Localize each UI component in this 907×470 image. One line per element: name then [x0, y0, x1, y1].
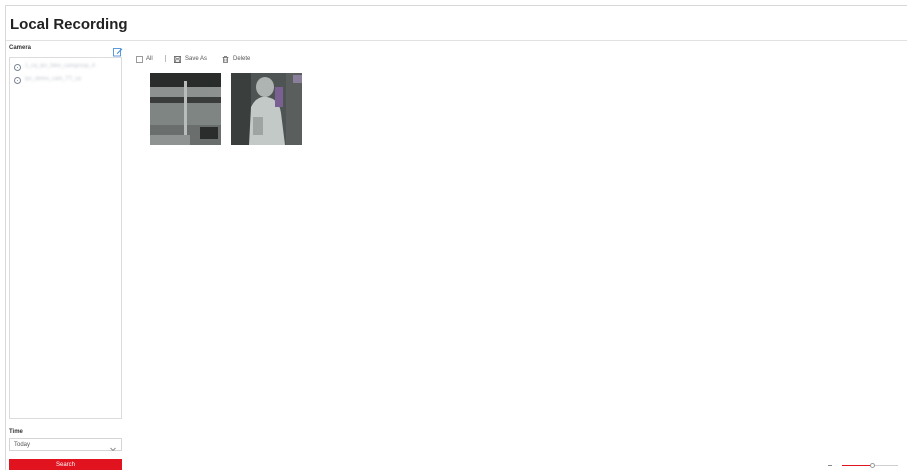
time-label: Time	[9, 429, 23, 435]
zoom-slider[interactable]	[828, 463, 898, 469]
search-button[interactable]: Search	[9, 459, 122, 470]
time-select[interactable]: Today	[9, 438, 122, 452]
local-recording-window: Local Recording Camera 1_cq_ipc_fake_cam…	[5, 5, 907, 470]
recordings-panel: All Save As Delete	[128, 43, 907, 470]
toolbar: All Save As Delete	[136, 54, 436, 65]
delete-label: Delete	[233, 56, 251, 62]
select-all-checkbox[interactable]	[136, 55, 143, 63]
zoom-out-icon[interactable]	[828, 465, 832, 467]
camera-tree[interactable]: 1_cq_ipc_fake_camgroup_4 ipc_demo_cam_TT…	[9, 57, 122, 419]
trash-icon	[222, 55, 229, 63]
delete-button[interactable]: Delete	[222, 54, 250, 64]
camera-item[interactable]: 1_cq_ipc_fake_camgroup_4	[14, 63, 118, 73]
save-icon	[174, 55, 181, 63]
camera-item[interactable]: ipc_demo_cam_TT_cp	[14, 76, 118, 86]
camera-label: Camera	[9, 45, 32, 51]
save-as-label: Save As	[185, 56, 208, 62]
select-all-label: All	[146, 56, 153, 62]
recording-thumbnail[interactable]	[231, 73, 302, 145]
title-bar: Local Recording	[6, 6, 907, 41]
camera-header: Camera	[9, 43, 123, 57]
zoom-handle[interactable]	[870, 463, 876, 468]
sidebar: Camera 1_cq_ipc_fake_camgroup_4 ipc_demo…	[6, 43, 123, 470]
save-as-button[interactable]: Save As	[174, 54, 207, 64]
toolbar-divider	[165, 55, 166, 62]
edit-icon[interactable]	[113, 44, 123, 57]
camera-name: ipc_demo_cam_TT_cp	[25, 76, 82, 82]
zoom-fill	[842, 465, 873, 467]
select-all[interactable]: All	[136, 54, 153, 64]
chevron-down-icon	[109, 440, 117, 452]
time-select-value: Today	[14, 442, 31, 448]
camera-name: 1_cq_ipc_fake_camgroup_4	[25, 63, 96, 69]
camera-icon	[14, 77, 21, 84]
recording-thumbnail[interactable]	[150, 73, 221, 145]
page-title: Local Recording	[10, 16, 128, 33]
camera-icon	[14, 64, 21, 71]
